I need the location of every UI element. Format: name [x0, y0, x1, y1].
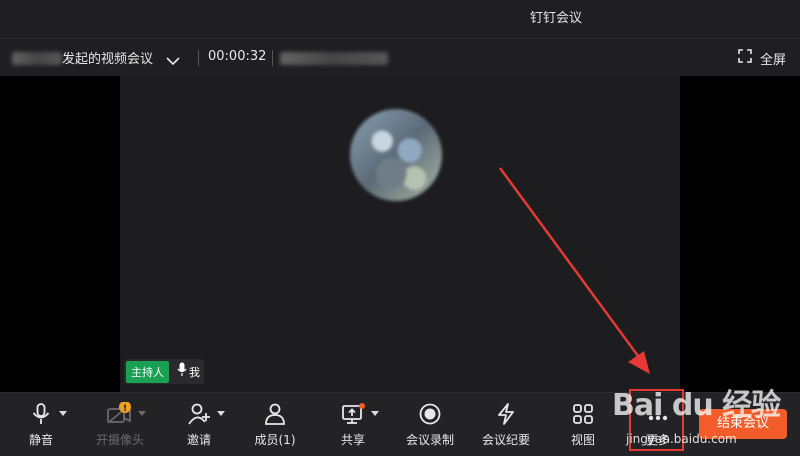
- chevron-down-icon[interactable]: [166, 51, 180, 70]
- participant-avatar: [350, 109, 442, 201]
- share-caret-icon[interactable]: [371, 411, 379, 416]
- members-label: 成员(1): [254, 433, 296, 447]
- fullscreen-button[interactable]: 全屏: [738, 47, 786, 69]
- members-icon: [239, 402, 311, 426]
- minutes-label: 会议纪要: [481, 433, 530, 447]
- camera-button[interactable]: ! 开摄像头: [84, 393, 156, 456]
- meeting-info-bar: 发起的视频会议 00:00:32 全屏: [0, 39, 800, 76]
- camera-caret-icon[interactable]: [138, 411, 146, 416]
- blurred-organizer-name: [12, 52, 62, 65]
- members-button[interactable]: 成员(1): [239, 393, 311, 456]
- mute-label: 静音: [28, 433, 53, 447]
- blurred-meeting-id: [280, 52, 388, 65]
- share-label: 共享: [340, 433, 365, 447]
- mute-button[interactable]: 静音: [5, 393, 77, 456]
- record-button[interactable]: 会议录制: [394, 393, 466, 456]
- title-bar: 钉钉会议: [0, 0, 800, 39]
- minutes-button[interactable]: 会议纪要: [470, 393, 542, 456]
- host-label: 主持人 我: [124, 359, 204, 384]
- record-label: 会议录制: [405, 433, 454, 447]
- record-icon: [394, 402, 466, 426]
- invite-caret-icon[interactable]: [217, 411, 225, 416]
- view-label: 视图: [570, 433, 595, 447]
- divider: [272, 50, 273, 66]
- fullscreen-icon: [738, 49, 752, 67]
- participant-name: 我: [189, 365, 200, 379]
- microphone-icon: [177, 362, 187, 381]
- view-button[interactable]: 视图: [547, 393, 619, 456]
- camera-label: 开摄像头: [95, 433, 144, 447]
- window-title: 钉钉会议: [529, 11, 582, 26]
- fullscreen-label: 全屏: [759, 52, 786, 68]
- end-meeting-button[interactable]: 结束会议: [699, 409, 787, 439]
- invite-label: 邀请: [186, 433, 211, 447]
- divider: [198, 50, 199, 66]
- meeting-timer: 00:00:32: [208, 49, 267, 64]
- lightning-icon: [470, 402, 542, 426]
- meeting-title: 发起的视频会议: [62, 52, 154, 67]
- svg-text:!: !: [123, 404, 127, 414]
- annotation-highlight-box: [629, 389, 684, 451]
- grid-view-icon: [547, 402, 619, 426]
- invite-button[interactable]: 邀请: [163, 393, 235, 456]
- share-button[interactable]: 共享: [317, 393, 389, 456]
- host-badge: 主持人: [126, 360, 169, 383]
- mute-caret-icon[interactable]: [59, 411, 67, 416]
